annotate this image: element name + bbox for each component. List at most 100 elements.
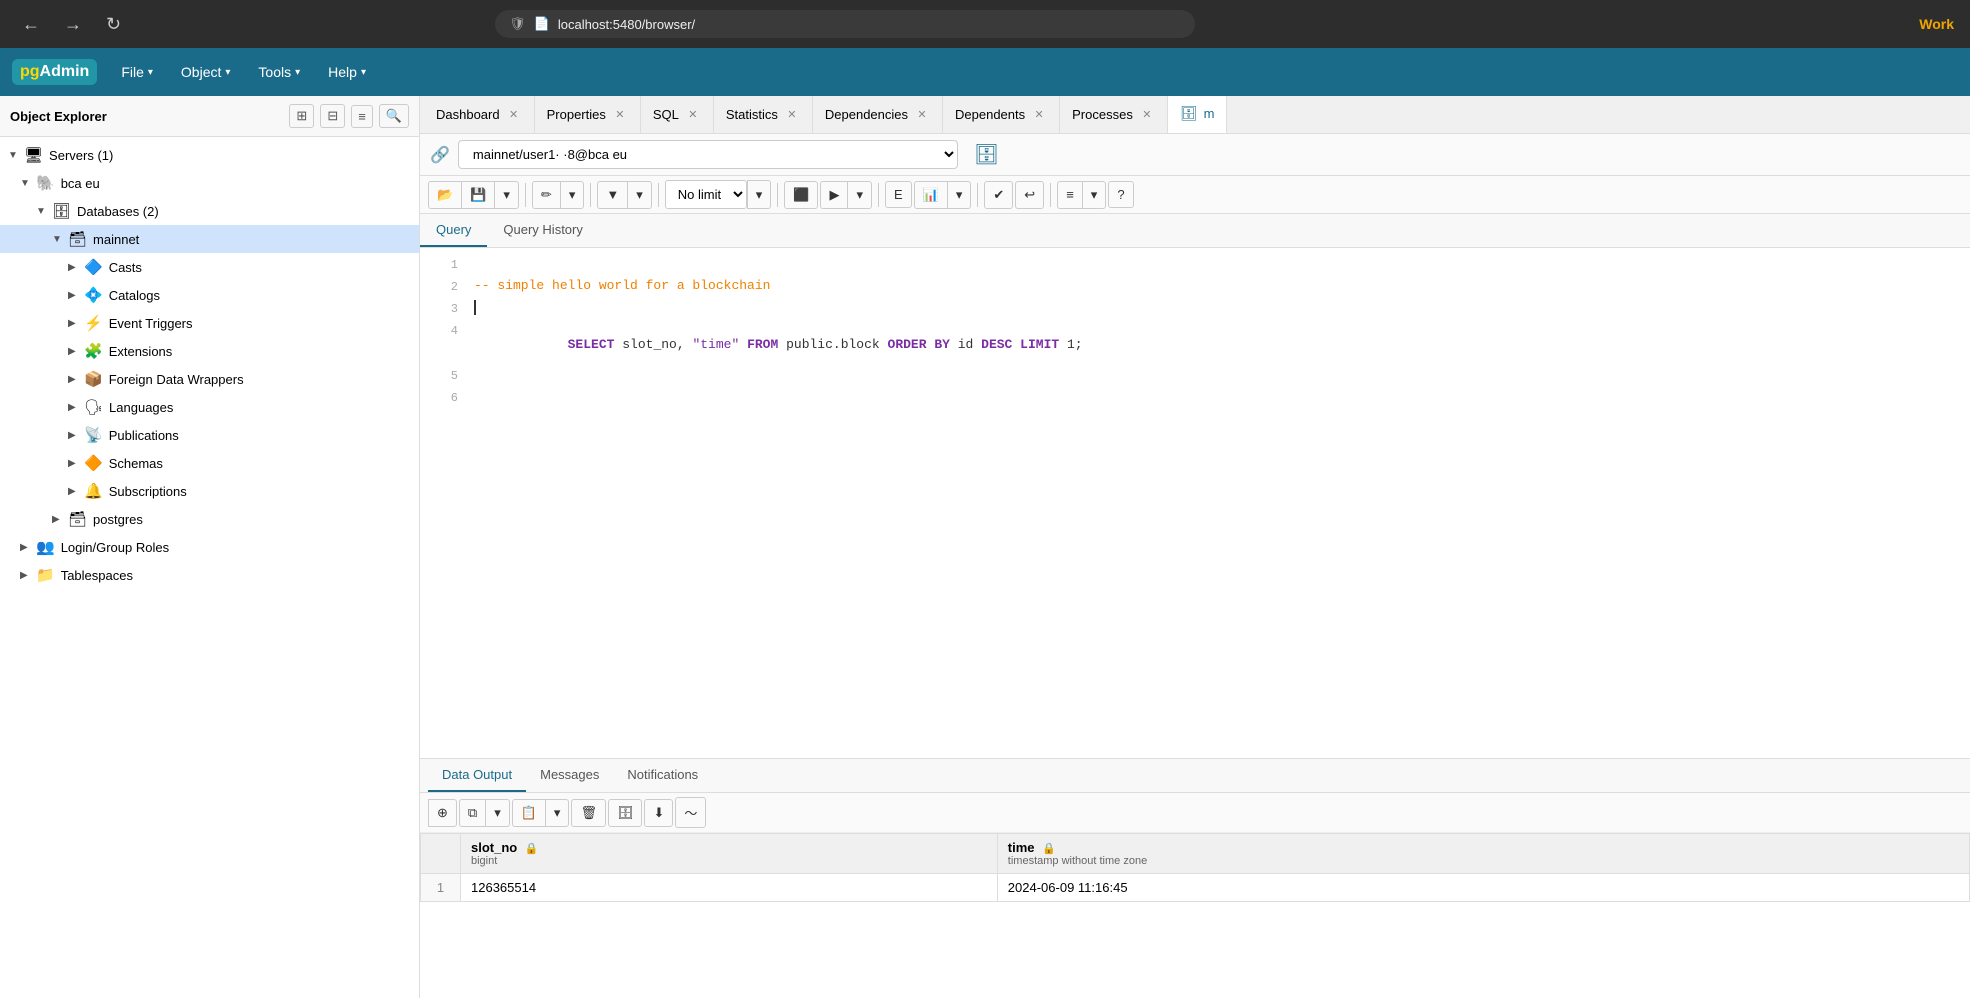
chevron-right-icon: ▶ xyxy=(52,514,68,525)
refresh-button[interactable]: ↻ xyxy=(100,10,127,39)
tree-item-bca-eu[interactable]: ▼ 🐘 bca eu xyxy=(0,169,419,197)
code-line-6: 6 xyxy=(420,389,1970,411)
menu-tools[interactable]: Tools ▾ xyxy=(246,58,312,86)
sidebar-icon-btn-1[interactable]: ⊞ xyxy=(289,104,314,128)
download-button[interactable]: ⬇ xyxy=(644,799,673,827)
menu-file[interactable]: File ▾ xyxy=(109,58,165,86)
col-time-header[interactable]: time 🔒 timestamp without time zone xyxy=(997,834,1969,874)
tab-dependents[interactable]: Dependents ✕ xyxy=(943,96,1060,134)
filter-button[interactable]: ▼ xyxy=(597,181,627,209)
tab-dependencies[interactable]: Dependencies ✕ xyxy=(813,96,943,134)
line-number: 3 xyxy=(428,300,458,316)
tree-item-schemas[interactable]: ▶ 🔶 Schemas xyxy=(0,449,419,477)
tab-properties-close[interactable]: ✕ xyxy=(612,107,628,123)
table-row[interactable]: 1 126365514 2024-06-09 11:16:45 xyxy=(421,874,1970,902)
tree-item-casts[interactable]: ▶ 🔷 Casts xyxy=(0,253,419,281)
edit-dropdown-button[interactable]: ▾ xyxy=(560,181,585,209)
tab-statistics[interactable]: Statistics ✕ xyxy=(714,96,813,134)
line-number: 6 xyxy=(428,389,458,405)
help-button[interactable]: ? xyxy=(1108,181,1133,208)
forward-button[interactable]: → xyxy=(58,10,88,39)
filter-dropdown-button[interactable]: ▾ xyxy=(627,181,652,209)
tree-item-extensions[interactable]: ▶ 🧩 Extensions xyxy=(0,337,419,365)
sidebar-icon-btn-2[interactable]: ⊟ xyxy=(320,104,345,128)
tab-data-output[interactable]: Data Output xyxy=(428,759,526,792)
col-slot-no-header[interactable]: slot_no 🔒 bigint xyxy=(461,834,998,874)
explain-analyze-dropdown[interactable]: ▾ xyxy=(947,181,972,209)
tab-sql-close[interactable]: ✕ xyxy=(685,107,701,123)
explain-button[interactable]: E xyxy=(885,181,912,208)
tree-item-mainnet[interactable]: ▼ 🗃 mainnet xyxy=(0,225,419,253)
slot-no-cell[interactable]: 126365514 xyxy=(461,874,998,902)
tree-item-databases[interactable]: ▼ 🗄 Databases (2) xyxy=(0,197,419,225)
url-input[interactable] xyxy=(558,17,1181,32)
tab-dependents-close[interactable]: ✕ xyxy=(1031,107,1047,123)
code-editor[interactable]: 1 2 -- simple hello world for a blockcha… xyxy=(420,248,1970,758)
chevron-right-icon: ▶ xyxy=(68,430,84,441)
time-cell[interactable]: 2024-06-09 11:16:45 xyxy=(997,874,1969,902)
sidebar-icon-btn-3[interactable]: ≡ xyxy=(351,105,373,128)
tree-item-catalogs[interactable]: ▶ 💠 Catalogs xyxy=(0,281,419,309)
tree-item-servers[interactable]: ▼ 🖥 Servers (1) xyxy=(0,141,419,169)
add-row-group: ⊕ xyxy=(428,799,457,827)
delete-row-button[interactable]: 🗑 xyxy=(571,799,606,827)
languages-label: Languages xyxy=(109,400,173,415)
col-slot-no-name: slot_no xyxy=(471,840,517,855)
back-button[interactable]: ← xyxy=(16,10,46,39)
tree-item-event-triggers[interactable]: ▶ ⚡ Event Triggers xyxy=(0,309,419,337)
tab-messages[interactable]: Messages xyxy=(526,759,613,792)
toolbar-divider-2 xyxy=(590,183,591,207)
tab-properties[interactable]: Properties ✕ xyxy=(535,96,641,134)
rollback-button[interactable]: ↩ xyxy=(1015,181,1044,209)
save-dropdown-button[interactable]: ▾ xyxy=(494,181,519,209)
tab-statistics-label: Statistics xyxy=(726,107,778,122)
stop-button[interactable]: ⬛ xyxy=(784,181,818,209)
copy-dropdown-button[interactable]: ▾ xyxy=(485,799,510,827)
tree-container: ▼ 🖥 Servers (1) ▼ 🐘 bca eu ▼ 🗄 Databases… xyxy=(0,137,419,998)
save-file-button[interactable]: 💾 xyxy=(461,181,494,209)
run-dropdown-button[interactable]: ▾ xyxy=(847,181,872,209)
chart-button[interactable]: 〜 xyxy=(675,797,706,828)
tree-item-tablespaces[interactable]: ▶ 📁 Tablespaces xyxy=(0,561,419,589)
toolbar-divider-6 xyxy=(977,183,978,207)
commit-button[interactable]: ✔ xyxy=(984,181,1013,209)
macros-dropdown[interactable]: ▾ xyxy=(1082,181,1107,209)
tab-dashboard[interactable]: Dashboard ✕ xyxy=(424,96,535,134)
run-button[interactable]: ▶ xyxy=(820,181,847,209)
tree-item-foreign-data[interactable]: ▶ 📦 Foreign Data Wrappers xyxy=(0,365,419,393)
tab-processes[interactable]: Processes ✕ xyxy=(1060,96,1168,134)
tree-item-login-roles[interactable]: ▶ 👥 Login/Group Roles xyxy=(0,533,419,561)
copy-button[interactable]: ⧉ xyxy=(459,799,485,827)
add-row-button[interactable]: ⊕ xyxy=(428,799,457,827)
line-number: 5 xyxy=(428,367,458,383)
tab-sql[interactable]: SQL ✕ xyxy=(641,96,714,134)
save-data-button[interactable]: 🗄 xyxy=(608,799,643,827)
tab-query-history[interactable]: Query History xyxy=(487,214,598,247)
tab-query[interactable]: Query xyxy=(420,214,487,247)
paste-dropdown-button[interactable]: ▾ xyxy=(545,799,570,827)
copy-group: ⧉ ▾ xyxy=(459,799,510,827)
tree-item-languages[interactable]: ▶ 🗣 Languages xyxy=(0,393,419,421)
edit-button[interactable]: ✏ xyxy=(532,181,560,209)
tree-item-subscriptions[interactable]: ▶ 🔔 Subscriptions xyxy=(0,477,419,505)
open-file-button[interactable]: 📂 xyxy=(428,181,461,209)
tab-more[interactable]: 🗄 m xyxy=(1168,96,1228,134)
limit-dropdown-button[interactable]: ▾ xyxy=(747,180,772,209)
tree-item-publications[interactable]: ▶ 📡 Publications xyxy=(0,421,419,449)
tab-dashboard-close[interactable]: ✕ xyxy=(506,107,522,123)
tab-processes-close[interactable]: ✕ xyxy=(1139,107,1155,123)
paste-button[interactable]: 📋 xyxy=(512,799,545,827)
limit-select[interactable]: No limit xyxy=(665,180,747,209)
connection-select[interactable]: mainnet/user1· ·8@bca eu xyxy=(458,140,958,169)
explain-analyze-button[interactable]: 📊 xyxy=(914,181,947,209)
tab-statistics-close[interactable]: ✕ xyxy=(784,107,800,123)
tree-item-postgres[interactable]: ▶ 🗃 postgres xyxy=(0,505,419,533)
sidebar-search-button[interactable]: 🔍 xyxy=(379,104,409,128)
run-group: ▶ ▾ xyxy=(820,181,872,209)
tab-dependencies-close[interactable]: ✕ xyxy=(914,107,930,123)
tab-processes-label: Processes xyxy=(1072,107,1133,122)
macros-button[interactable]: ≡ xyxy=(1057,181,1082,209)
menu-object[interactable]: Object ▾ xyxy=(169,58,243,86)
tab-notifications[interactable]: Notifications xyxy=(613,759,712,792)
menu-help[interactable]: Help ▾ xyxy=(316,58,378,86)
